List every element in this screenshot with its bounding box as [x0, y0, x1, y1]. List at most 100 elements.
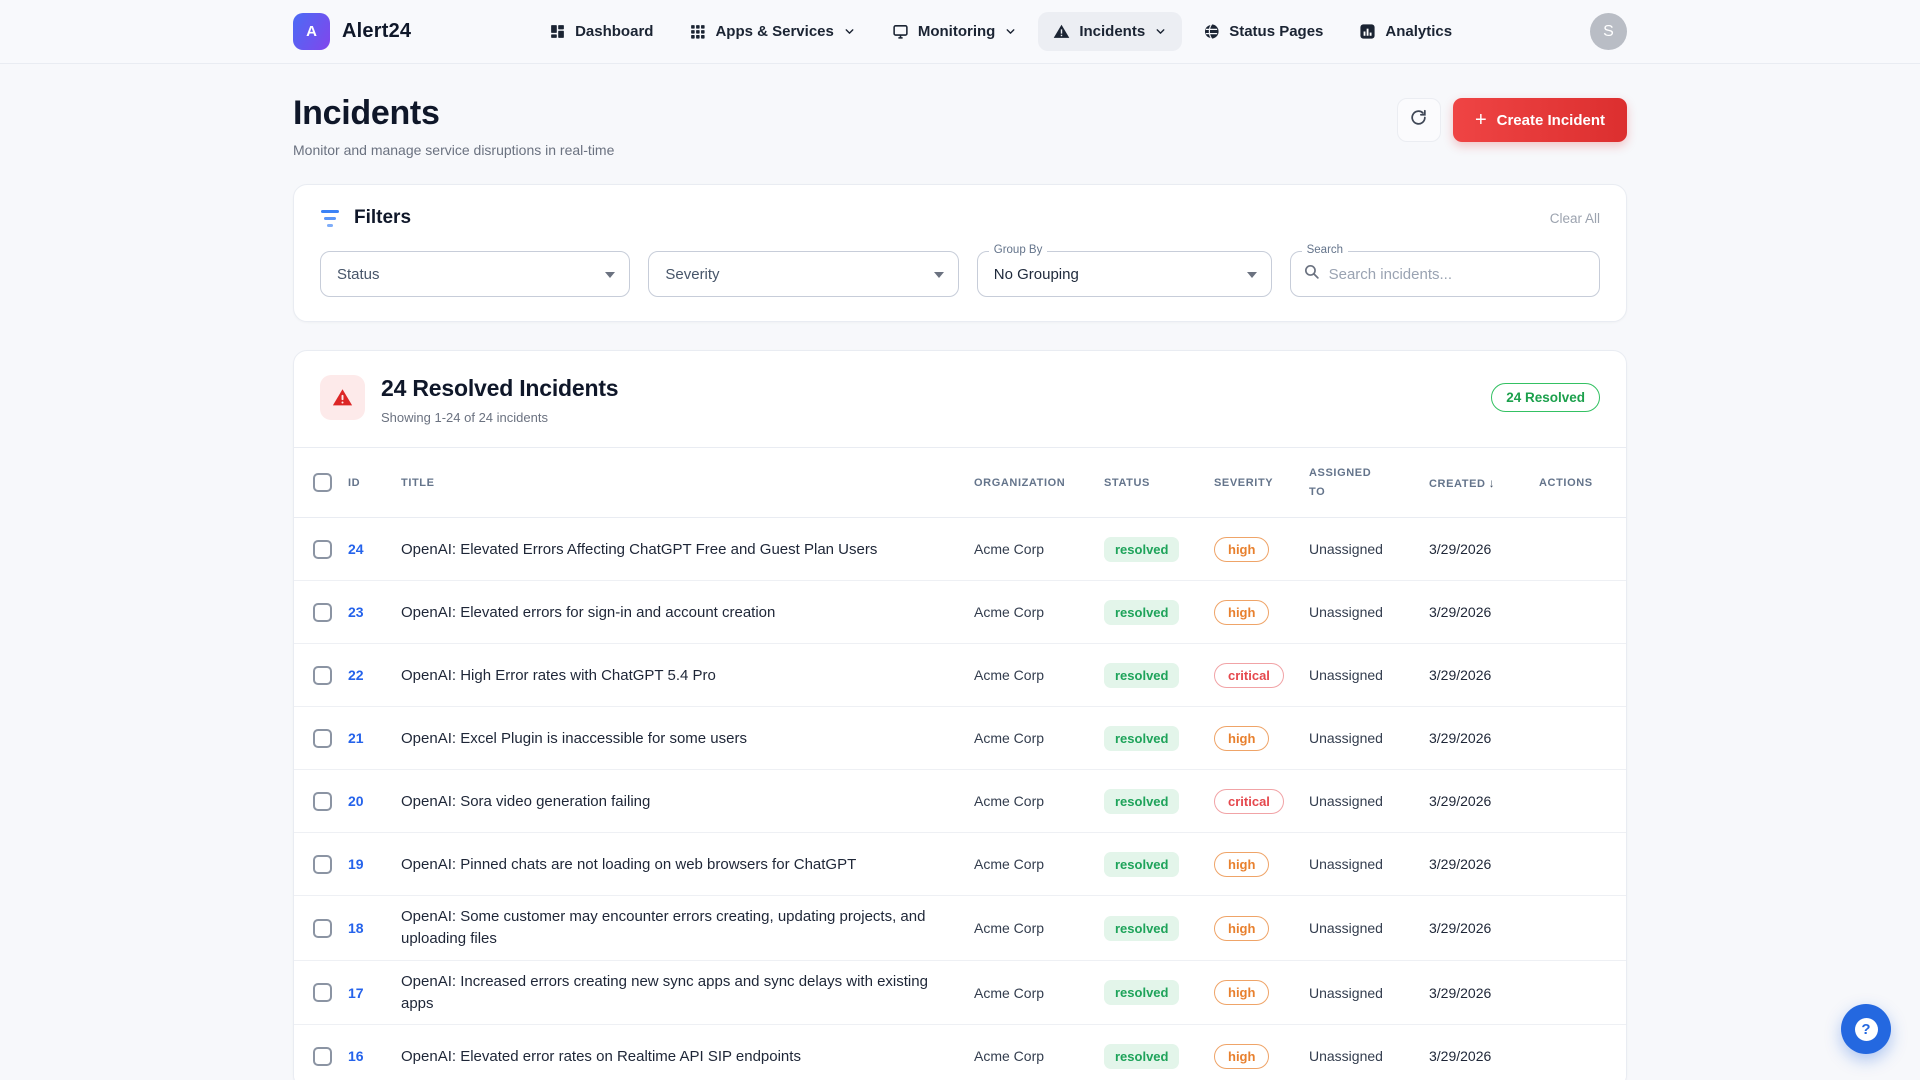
- user-avatar[interactable]: S: [1590, 13, 1627, 50]
- incident-assigned-to: Unassigned: [1309, 920, 1429, 936]
- bar-chart-icon: [1359, 23, 1376, 40]
- severity-badge: high: [1214, 600, 1269, 625]
- filters-panel: Filters Clear All Status Severity Group …: [293, 184, 1627, 322]
- row-checkbox[interactable]: [313, 855, 332, 874]
- incident-organization: Acme Corp: [974, 541, 1104, 557]
- globe-icon: [1203, 23, 1220, 40]
- column-header-severity[interactable]: SEVERITY: [1214, 477, 1309, 489]
- row-checkbox[interactable]: [313, 919, 332, 938]
- incident-assigned-to: Unassigned: [1309, 985, 1429, 1001]
- incident-title[interactable]: OpenAI: Pinned chats are not loading on …: [401, 854, 974, 876]
- status-filter-label: Status: [337, 266, 380, 283]
- incident-created-date: 3/29/2026: [1429, 667, 1539, 683]
- incident-created-date: 3/29/2026: [1429, 1048, 1539, 1064]
- dropdown-arrow-icon: [605, 272, 615, 278]
- create-incident-button[interactable]: + Create Incident: [1453, 98, 1627, 142]
- table-row: 20 OpenAI: Sora video generation failing…: [294, 770, 1626, 833]
- severity-badge: high: [1214, 726, 1269, 751]
- column-header-assigned-to[interactable]: ASSIGNED TO: [1309, 464, 1429, 501]
- row-checkbox[interactable]: [313, 540, 332, 559]
- question-mark-icon: ?: [1855, 1018, 1878, 1041]
- nav-item-label: Monitoring: [918, 23, 995, 40]
- main-nav: Dashboard Apps & Services Monitoring: [534, 12, 1467, 51]
- incident-id-link[interactable]: 22: [348, 667, 401, 683]
- row-checkbox[interactable]: [313, 792, 332, 811]
- incident-title[interactable]: OpenAI: Elevated error rates on Realtime…: [401, 1046, 974, 1068]
- chevron-down-icon: [843, 25, 856, 38]
- incident-organization: Acme Corp: [974, 730, 1104, 746]
- status-badge: resolved: [1104, 663, 1179, 688]
- nav-item-label: Apps & Services: [715, 23, 833, 40]
- row-checkbox[interactable]: [313, 603, 332, 622]
- incident-created-date: 3/29/2026: [1429, 541, 1539, 557]
- status-badge: resolved: [1104, 980, 1179, 1005]
- incident-title[interactable]: OpenAI: Some customer may encounter erro…: [401, 906, 974, 950]
- table-row: 17 OpenAI: Increased errors creating new…: [294, 961, 1626, 1026]
- table-row: 23 OpenAI: Elevated errors for sign-in a…: [294, 581, 1626, 644]
- table-row: 24 OpenAI: Elevated Errors Affecting Cha…: [294, 518, 1626, 581]
- nav-item-status-pages[interactable]: Status Pages: [1188, 12, 1338, 51]
- incidents-summary-subtitle: Showing 1-24 of 24 incidents: [381, 410, 618, 425]
- nav-item-incidents[interactable]: Incidents: [1038, 12, 1182, 51]
- status-badge: resolved: [1104, 1044, 1179, 1069]
- incident-title[interactable]: OpenAI: Sora video generation failing: [401, 791, 974, 813]
- status-badge: resolved: [1104, 600, 1179, 625]
- incident-id-link[interactable]: 21: [348, 730, 401, 746]
- help-button[interactable]: ?: [1841, 1004, 1891, 1054]
- table-body: 24 OpenAI: Elevated Errors Affecting Cha…: [294, 518, 1626, 1080]
- incident-organization: Acme Corp: [974, 667, 1104, 683]
- incident-id-link[interactable]: 20: [348, 793, 401, 809]
- incident-id-link[interactable]: 16: [348, 1048, 401, 1064]
- row-checkbox[interactable]: [313, 1047, 332, 1066]
- column-header-title[interactable]: TITLE: [401, 477, 974, 489]
- refresh-button[interactable]: [1397, 98, 1441, 142]
- column-header-status[interactable]: STATUS: [1104, 477, 1214, 489]
- table-row: 21 OpenAI: Excel Plugin is inaccessible …: [294, 707, 1626, 770]
- brand-logo: A: [293, 13, 330, 50]
- incident-id-link[interactable]: 18: [348, 920, 401, 936]
- incident-assigned-to: Unassigned: [1309, 730, 1429, 746]
- status-filter-select[interactable]: Status: [320, 251, 630, 297]
- severity-filter-select[interactable]: Severity: [648, 251, 958, 297]
- nav-item-analytics[interactable]: Analytics: [1344, 12, 1467, 51]
- incident-id-link[interactable]: 24: [348, 541, 401, 557]
- incident-title[interactable]: OpenAI: Elevated Errors Affecting ChatGP…: [401, 539, 974, 561]
- page-title: Incidents: [293, 94, 614, 133]
- incident-organization: Acme Corp: [974, 604, 1104, 620]
- nav-item-dashboard[interactable]: Dashboard: [534, 12, 668, 51]
- select-all-checkbox[interactable]: [313, 473, 332, 492]
- incident-title[interactable]: OpenAI: High Error rates with ChatGPT 5.…: [401, 665, 974, 687]
- nav-item-monitoring[interactable]: Monitoring: [877, 12, 1032, 51]
- clear-all-button[interactable]: Clear All: [1550, 211, 1600, 226]
- nav-item-apps-services[interactable]: Apps & Services: [674, 12, 870, 51]
- incident-id-link[interactable]: 19: [348, 856, 401, 872]
- table-row: 18 OpenAI: Some customer may encounter e…: [294, 896, 1626, 961]
- brand-logo-letter: A: [306, 23, 317, 40]
- incident-created-date: 3/29/2026: [1429, 856, 1539, 872]
- column-header-organization[interactable]: ORGANIZATION: [974, 477, 1104, 489]
- incident-id-link[interactable]: 17: [348, 985, 401, 1001]
- nav-item-label: Analytics: [1385, 23, 1452, 40]
- nav-item-label: Incidents: [1079, 23, 1145, 40]
- row-checkbox[interactable]: [313, 729, 332, 748]
- incident-title[interactable]: OpenAI: Elevated errors for sign-in and …: [401, 602, 974, 624]
- incident-created-date: 3/29/2026: [1429, 730, 1539, 746]
- monitor-icon: [892, 23, 909, 40]
- incident-title[interactable]: OpenAI: Increased errors creating new sy…: [401, 971, 974, 1015]
- group-by-select[interactable]: Group By No Grouping: [977, 251, 1272, 297]
- incident-created-date: 3/29/2026: [1429, 985, 1539, 1001]
- row-checkbox[interactable]: [313, 983, 332, 1002]
- incident-assigned-to: Unassigned: [1309, 856, 1429, 872]
- column-header-id[interactable]: ID: [348, 477, 401, 489]
- brand[interactable]: A Alert24: [293, 13, 411, 50]
- incident-title[interactable]: OpenAI: Excel Plugin is inaccessible for…: [401, 728, 974, 750]
- incident-organization: Acme Corp: [974, 793, 1104, 809]
- severity-badge: high: [1214, 537, 1269, 562]
- status-badge: resolved: [1104, 852, 1179, 877]
- search-input[interactable]: [1329, 266, 1587, 283]
- column-header-created[interactable]: CREATED↓: [1429, 476, 1539, 490]
- incident-assigned-to: Unassigned: [1309, 541, 1429, 557]
- row-checkbox[interactable]: [313, 666, 332, 685]
- incident-id-link[interactable]: 23: [348, 604, 401, 620]
- incident-alert-icon: [320, 375, 365, 420]
